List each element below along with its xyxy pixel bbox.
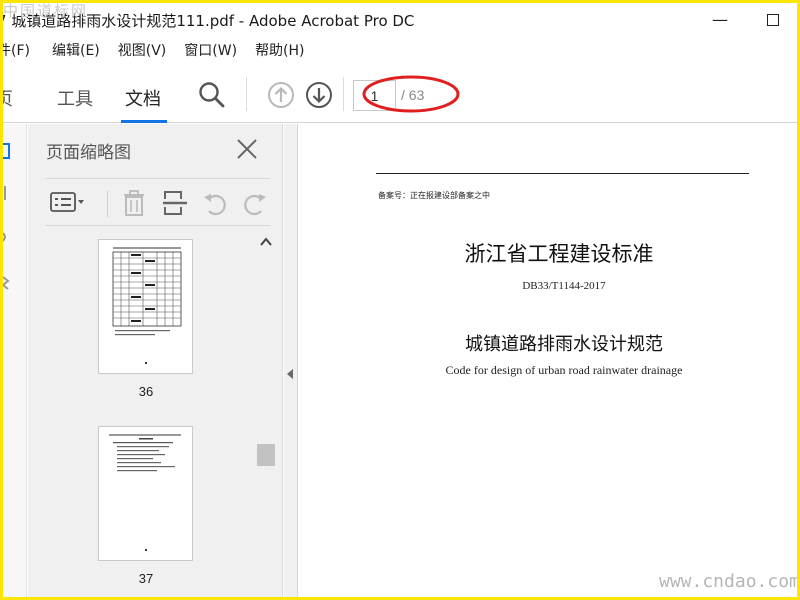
toolbar-divider	[107, 191, 108, 217]
arrow-up-circle-icon	[268, 82, 294, 108]
header-rule	[376, 173, 749, 174]
layers-icon[interactable]	[3, 274, 21, 292]
menu-window[interactable]: 窗口(W)	[184, 39, 237, 63]
page-thumbnail-36[interactable]	[98, 239, 193, 374]
page-number-label: 37	[138, 571, 154, 586]
scrollbar-thumb[interactable]	[257, 444, 275, 466]
main-toolbar: 页 工具 文档 / 63	[3, 65, 797, 123]
tab-tools[interactable]: 工具	[57, 85, 93, 111]
page-preview-text	[109, 434, 181, 551]
maximize-icon	[767, 14, 779, 26]
page-thumbnails-pane: 页面缩略图 36 37	[28, 124, 283, 597]
toolbar-divider	[246, 77, 247, 111]
document-title-en: Code for design of urban road rainwater …	[445, 363, 683, 377]
bookmark-icon[interactable]	[3, 184, 21, 202]
tab-document[interactable]: 文档	[125, 85, 161, 111]
pages-icon[interactable]	[3, 142, 21, 160]
delete-icon[interactable]	[120, 189, 148, 217]
next-page-button[interactable]	[305, 81, 333, 109]
thumbnail-list: 36 37	[28, 234, 283, 597]
standard-heading: 浙江省工程建设标准	[464, 242, 654, 266]
acrobat-window: 7 城镇道路排雨水设计规范111.pdf - Adobe Acrobat Pro…	[3, 3, 797, 597]
watermark-logo-text: 中国道标网	[3, 2, 89, 20]
watermark-url: www.cndao.com	[659, 571, 797, 592]
record-number: 备案号：正在报建设部备案之中	[378, 191, 490, 200]
chevron-left-icon	[287, 369, 293, 379]
document-title-cn: 城镇道路排雨水设计规范	[465, 334, 663, 355]
page-thumbnail-37[interactable]	[98, 426, 193, 561]
menu-file[interactable]: 件(F)	[3, 39, 30, 63]
minimize-button[interactable]: —	[703, 9, 737, 33]
left-navigation-rail	[3, 124, 27, 597]
active-tab-indicator	[121, 120, 167, 123]
close-icon	[237, 139, 257, 159]
menu-help[interactable]: 帮助(H)	[255, 39, 304, 63]
tab-home[interactable]: 页	[3, 85, 13, 111]
standard-code: DB33/T1144-2017	[522, 280, 606, 292]
close-pane-button[interactable]	[234, 136, 260, 162]
menu-view[interactable]: 视图(V)	[118, 39, 167, 63]
page-number-label: 36	[138, 384, 154, 399]
search-icon	[199, 82, 225, 108]
chevron-up-icon[interactable]	[258, 234, 274, 250]
toolbar-divider	[343, 77, 344, 111]
document-page: 备案号：正在报建设部备案之中 浙江省工程建设标准 DB33/T1144-2017…	[299, 124, 797, 597]
pane-title: 页面缩略图	[46, 143, 131, 163]
red-ellipse-annotation	[362, 75, 460, 113]
rotate-counterclockwise-icon[interactable]	[201, 189, 229, 217]
thumbnail-toolbar	[45, 178, 270, 226]
menu-edit[interactable]: 编辑(E)	[52, 39, 100, 63]
attachment-icon[interactable]	[3, 228, 21, 246]
previous-page-button[interactable]	[267, 81, 295, 109]
menu-bar: 件(F) 编辑(E) 视图(V) 窗口(W) 帮助(H)	[3, 39, 323, 63]
collapse-pane-handle[interactable]	[284, 124, 298, 597]
page-preview-table	[112, 247, 182, 364]
arrow-down-circle-icon	[306, 82, 332, 108]
extract-page-icon[interactable]	[161, 189, 189, 217]
maximize-button[interactable]	[755, 9, 789, 33]
search-button[interactable]	[197, 80, 227, 110]
title-bar: 7 城镇道路排雨水设计规范111.pdf - Adobe Acrobat Pro…	[3, 3, 797, 37]
rotate-clockwise-icon[interactable]	[241, 189, 269, 217]
options-menu-icon[interactable]	[49, 189, 89, 217]
